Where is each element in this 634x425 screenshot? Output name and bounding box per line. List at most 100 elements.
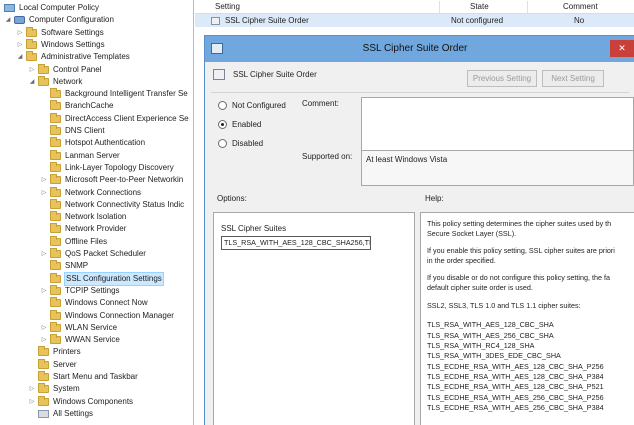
folder-icon	[50, 125, 61, 135]
next-setting-button[interactable]: Next Setting	[542, 70, 604, 87]
tree-item[interactable]: BranchCache	[0, 100, 193, 112]
help-text-line: TLS_RSA_WITH_RC4_128_SHA	[427, 341, 535, 350]
tree-item[interactable]: ▷ Network Connections	[0, 186, 193, 199]
folder-icon	[50, 88, 61, 99]
tree-item[interactable]: ▷ Microsoft Peer-to-Peer Networkin	[0, 174, 193, 186]
expand-arrow-icon[interactable]: ▷	[16, 39, 24, 51]
column-header-comment[interactable]: Comment	[563, 0, 598, 14]
column-header-state[interactable]: State	[470, 0, 489, 14]
folder-icon	[38, 358, 49, 369]
radio-enabled[interactable]: Enabled	[218, 119, 318, 131]
folder-icon	[50, 198, 61, 209]
tree-item[interactable]: Background Intelligent Transfer Se	[0, 88, 193, 100]
tree-item[interactable]: Network Isolation	[0, 211, 193, 223]
tree-item[interactable]: ◢ Administrative Templates	[0, 51, 193, 63]
help-text-line: Secure Socket Layer (SSL).	[427, 229, 517, 238]
tree-item[interactable]: DirectAccess Client Experience Se	[0, 112, 193, 125]
cipher-suites-input[interactable]: TLS_RSA_WITH_AES_128_CBC_SHA256,TI	[221, 236, 371, 250]
tree-item[interactable]: ▷ WLAN Service	[0, 321, 193, 334]
folder-icon	[38, 383, 49, 394]
tree-item-label: Administrative Templates	[41, 52, 130, 62]
tree-item[interactable]: SSL Configuration Settings	[0, 271, 193, 286]
tree-item[interactable]: ▷ System	[0, 383, 193, 395]
tree-item-label: Microsoft Peer-to-Peer Networkin	[65, 175, 184, 185]
tree-item[interactable]: SNMP	[0, 260, 193, 272]
help-text-line: This policy setting determines the ciphe…	[427, 219, 612, 228]
options-panel: SSL Cipher Suites TLS_RSA_WITH_AES_128_C…	[213, 212, 415, 425]
collapse-arrow-icon[interactable]: ◢	[28, 76, 36, 88]
tree-item-label: TCPIP Settings	[65, 285, 120, 295]
column-divider[interactable]	[439, 1, 440, 13]
configuration-icon	[14, 16, 25, 25]
tree-item-label: SNMP	[65, 261, 89, 271]
dialog-title: SSL Cipher Suite Order	[362, 43, 468, 54]
folder-icon	[50, 211, 61, 222]
tree-item[interactable]: Windows Connect Now	[0, 297, 193, 309]
tree-item[interactable]: Link-Layer Topology Discovery	[0, 161, 193, 174]
tree-item[interactable]: Local Computer Policy	[0, 2, 193, 14]
tree-item-label: WLAN Service	[65, 322, 118, 332]
radio-button[interactable]	[218, 101, 227, 110]
tree-item[interactable]: Printers	[0, 346, 193, 358]
tree-item[interactable]: ▷ Control Panel	[0, 63, 193, 76]
expand-arrow-icon[interactable]: ▷	[40, 334, 48, 346]
separator	[211, 92, 629, 93]
folder-icon	[50, 297, 61, 308]
tree-item-label: Control Panel	[53, 64, 102, 74]
tree-item[interactable]: Network Provider	[0, 223, 193, 235]
policy-tree[interactable]: Local Computer Policy ◢ Computer Configura…	[0, 0, 194, 425]
expand-arrow-icon[interactable]: ▷	[40, 285, 48, 297]
help-text-line: If you disable or do not configure this …	[427, 273, 610, 282]
tree-item-label: Software Settings	[41, 27, 104, 37]
tree-item[interactable]: ▷ QoS Packet Scheduler	[0, 248, 193, 260]
previous-setting-button[interactable]: Previous Setting	[467, 70, 537, 87]
tree-item[interactable]: Network Connectivity Status Indic	[0, 198, 193, 211]
expand-arrow-icon[interactable]: ▷	[40, 248, 48, 260]
tree-item[interactable]: ▷ Windows Settings	[0, 38, 193, 51]
options-label: Options:	[217, 194, 247, 203]
radio-button[interactable]	[218, 139, 227, 148]
expand-arrow-icon[interactable]: ▷	[40, 187, 48, 199]
tree-item-label: Network Connectivity Status Indic	[65, 199, 185, 209]
setting-name: SSL Cipher Suite Order	[233, 70, 317, 79]
tree-item[interactable]: Start Menu and Taskbar	[0, 371, 193, 383]
column-header-setting[interactable]: Setting	[215, 0, 240, 14]
expand-arrow-icon[interactable]: ▷	[40, 322, 48, 334]
expand-arrow-icon[interactable]: ▷	[28, 383, 36, 395]
tree-item-label: All Settings	[53, 408, 94, 418]
dialog-titlebar[interactable]: SSL Cipher Suite Order ✕	[205, 36, 634, 62]
radio-label: Not Configured	[232, 101, 286, 110]
collapse-arrow-icon[interactable]: ◢	[16, 51, 24, 63]
expand-arrow-icon[interactable]: ▷	[28, 64, 36, 76]
tree-item-label: Link-Layer Topology Discovery	[65, 162, 174, 172]
radio-disabled[interactable]: Disabled	[218, 138, 318, 150]
table-row[interactable]: SSL Cipher Suite Order Not configured No	[195, 14, 634, 27]
folder-icon	[26, 51, 37, 62]
column-divider[interactable]	[527, 1, 528, 13]
tree-item[interactable]: Hotspot Authentication	[0, 137, 193, 149]
tree-item[interactable]: DNS Client	[0, 125, 193, 137]
help-text-line: SSL2, SSL3, TLS 1.0 and TLS 1.1 cipher s…	[427, 301, 581, 310]
close-icon[interactable]: ✕	[610, 40, 634, 57]
tree-item[interactable]: All Settings	[0, 408, 193, 420]
tree-item[interactable]: ▷ WWAN Service	[0, 334, 193, 346]
tree-item[interactable]: ◢ Computer Configuration	[0, 14, 193, 26]
tree-item[interactable]: Server	[0, 358, 193, 371]
tree-item[interactable]: Offline Files	[0, 235, 193, 248]
folder-icon	[50, 235, 61, 246]
tree-item[interactable]: ◢ Network	[0, 75, 193, 88]
radio-button-selected[interactable]	[218, 120, 227, 129]
tree-item[interactable]: ▷ TCPIP Settings	[0, 284, 193, 297]
tree-item[interactable]: ▷ Windows Components	[0, 395, 193, 408]
tree-item[interactable]: ▷ Software Settings	[0, 26, 193, 39]
tree-item[interactable]: Lanman Server	[0, 149, 193, 162]
supported-on-field: At least Windows Vista	[361, 150, 634, 186]
collapse-arrow-icon[interactable]: ◢	[4, 14, 12, 26]
comment-field[interactable]	[361, 97, 634, 157]
help-text-line: TLS_ECDHE_RSA_WITH_AES_256_CBC_SHA_P256	[427, 393, 604, 402]
tree-item[interactable]: Windows Connection Manager	[0, 309, 193, 322]
expand-arrow-icon[interactable]: ▷	[40, 174, 48, 186]
expand-arrow-icon[interactable]: ▷	[28, 396, 36, 408]
expand-arrow-icon[interactable]: ▷	[16, 27, 24, 39]
help-text-line: If you enable this policy setting, SSL c…	[427, 246, 615, 255]
